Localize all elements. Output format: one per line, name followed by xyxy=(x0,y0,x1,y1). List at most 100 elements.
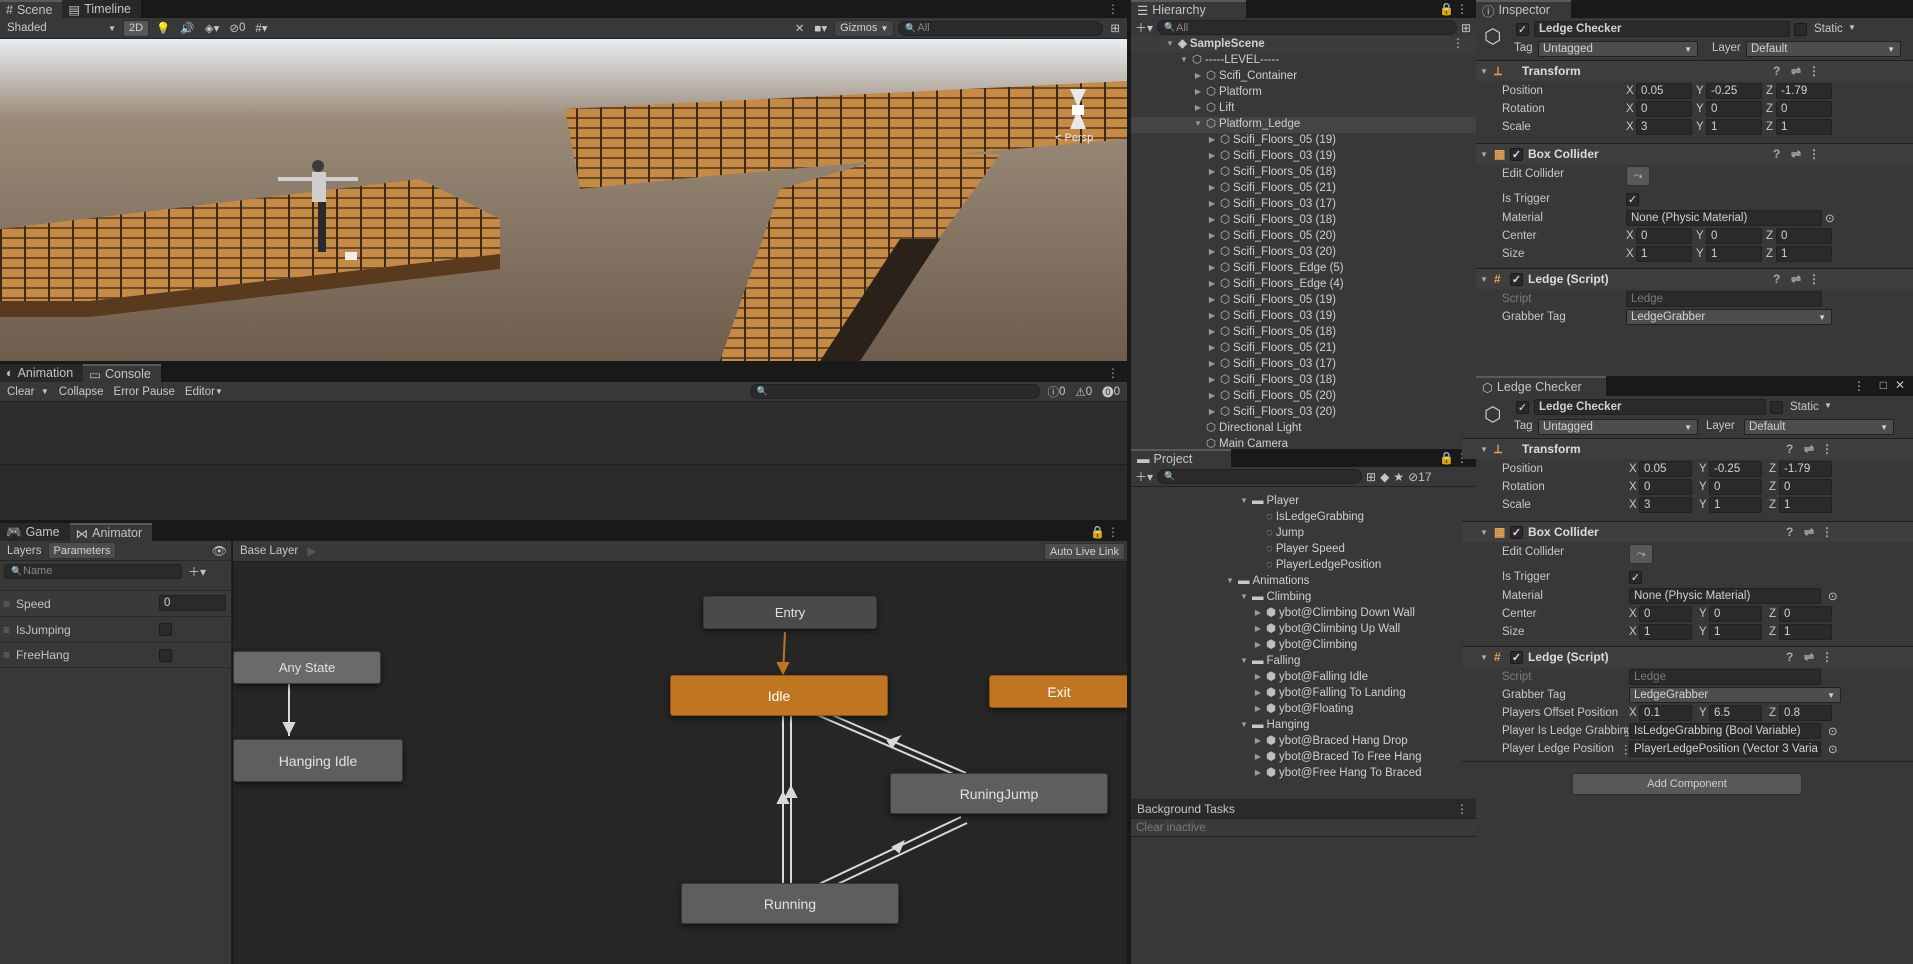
hierarchy-search-input[interactable]: 🔍 All xyxy=(1157,20,1458,35)
hierarchy-item[interactable]: ▼ ⬡ -----LEVEL----- xyxy=(1179,52,1279,68)
preset-icon[interactable]: ⇌ xyxy=(1791,272,1801,286)
active-checkbox[interactable]: ✓ xyxy=(1516,23,1529,36)
scale-z-field[interactable]: 1 xyxy=(1779,497,1832,513)
rotation-z-field[interactable]: 0 xyxy=(1779,479,1832,495)
camera-settings-icon[interactable]: ✕ xyxy=(792,20,808,37)
preset-icon[interactable]: ⇌ xyxy=(1804,525,1814,539)
rotation-x-label[interactable]: X xyxy=(1629,481,1637,493)
collapsed-arrow-icon[interactable]: ▶ xyxy=(1207,372,1217,388)
create-button[interactable]: ＋▾ xyxy=(1135,468,1153,485)
tag-dropdown[interactable]: Untagged ▼ xyxy=(1538,419,1698,435)
rotation-y-field[interactable]: 0 xyxy=(1706,101,1762,117)
rotation-y-label[interactable]: Y xyxy=(1696,103,1704,115)
isjumping-checkbox[interactable] xyxy=(159,623,172,636)
hierarchy-item[interactable]: ▶ ⬡ Scifi_Floors_03 (17) xyxy=(1207,196,1336,212)
rotation-x-field[interactable]: 0 xyxy=(1636,101,1692,117)
foldout-arrow-icon[interactable]: ▼ xyxy=(1480,528,1488,537)
collapsed-arrow-icon[interactable]: ▶ xyxy=(1207,164,1217,180)
collapsed-arrow-icon[interactable]: ▶ xyxy=(1207,196,1217,212)
position-y-field[interactable]: -0.25 xyxy=(1709,461,1762,477)
preset-icon[interactable]: ⇌ xyxy=(1791,147,1801,161)
preset-icon[interactable]: ⇌ xyxy=(1791,64,1801,78)
tab-ledge-checker[interactable]: ⬡ Ledge Checker xyxy=(1476,376,1606,396)
material-field[interactable]: None (Physic Material) xyxy=(1626,210,1822,226)
parameter-search-input[interactable]: 🔍 Name xyxy=(4,563,182,579)
log-count-toggle[interactable]: ⓘ 0 xyxy=(1044,383,1068,400)
hierarchy-item[interactable]: ▶ ⬡ Scifi_Floors_05 (19) xyxy=(1207,132,1336,148)
hierarchy-item[interactable]: ▶ ⬡ Scifi_Floors_05 (18) xyxy=(1207,164,1336,180)
collapsed-arrow-icon[interactable]: ▶ xyxy=(1253,605,1263,621)
tab-game[interactable]: 🎮 Game xyxy=(0,523,70,541)
size-z-label[interactable]: Z xyxy=(1766,248,1773,260)
hierarchy-item[interactable]: ▶ ⬡ Scifi_Floors_03 (18) xyxy=(1207,372,1336,388)
scale-y-label[interactable]: Y xyxy=(1696,121,1704,133)
object-picker-icon[interactable]: ⊙ xyxy=(1825,211,1835,225)
drag-handle-icon[interactable]: ≡ xyxy=(3,648,10,662)
layer-dropdown[interactable]: Default ▼ xyxy=(1746,41,1901,57)
project-item[interactable]: ◌ Player Speed xyxy=(1253,541,1345,557)
foldout-arrow-icon[interactable]: ▼ xyxy=(1480,653,1488,662)
close-icon[interactable]: ✕ xyxy=(1895,378,1905,392)
project-item[interactable]: ▶ ⬢ ybot@Free Hang To Braced xyxy=(1253,765,1422,781)
state-runing-jump[interactable]: RuningJump xyxy=(890,773,1108,814)
center-x-label[interactable]: X xyxy=(1626,230,1634,242)
ledge-position-field[interactable]: PlayerLedgePosition (Vector 3 Varia xyxy=(1629,741,1821,757)
collapsed-arrow-icon[interactable]: ▶ xyxy=(1253,637,1263,653)
project-item[interactable]: ▼ ▬ Hanging xyxy=(1239,717,1309,733)
rotation-z-field[interactable]: 0 xyxy=(1776,101,1832,117)
collapsed-arrow-icon[interactable]: ▶ xyxy=(1207,324,1217,340)
hierarchy-item[interactable]: ⬡ Directional Light xyxy=(1193,420,1302,436)
scale-x-label[interactable]: X xyxy=(1629,499,1637,511)
expanded-arrow-icon[interactable]: ▼ xyxy=(1239,717,1249,733)
hierarchy-item[interactable]: ▶ ⬡ Scifi_Floors_03 (20) xyxy=(1207,404,1336,420)
foldout-arrow-icon[interactable]: ▼ xyxy=(1480,67,1488,76)
static-checkbox[interactable] xyxy=(1770,401,1783,414)
search-by-type-icon[interactable]: ⊞ xyxy=(1366,470,1376,484)
center-x-field[interactable]: 0 xyxy=(1636,228,1692,244)
lock-icon[interactable]: 🔒 xyxy=(1439,451,1454,465)
2d-toggle[interactable]: 2D xyxy=(123,19,150,37)
expanded-arrow-icon[interactable]: ▼ xyxy=(1239,589,1249,605)
expanded-arrow-icon[interactable]: ▼ xyxy=(1193,116,1203,132)
preset-icon[interactable]: ⇌ xyxy=(1804,442,1814,456)
position-x-field[interactable]: 0.05 xyxy=(1639,461,1692,477)
size-z-label[interactable]: Z xyxy=(1769,626,1776,638)
persp-label[interactable]: < Persp xyxy=(1055,132,1093,144)
scale-x-field[interactable]: 3 xyxy=(1636,119,1692,135)
scene-search-mode-icon[interactable]: ⊞ xyxy=(1107,20,1123,37)
warning-count-toggle[interactable]: ⚠ 0 xyxy=(1072,383,1095,400)
tab-layers[interactable]: Layers xyxy=(4,542,45,559)
state-exit[interactable]: Exit xyxy=(989,675,1127,708)
offset-x-field[interactable]: 0.1 xyxy=(1639,705,1692,721)
center-z-field[interactable]: 0 xyxy=(1779,606,1832,622)
rotation-z-label[interactable]: Z xyxy=(1769,481,1776,493)
hierarchy-item[interactable]: ▶ ⬡ Scifi_Floors_05 (20) xyxy=(1207,228,1336,244)
error-pause-button[interactable]: Error Pause xyxy=(111,383,178,400)
collapsed-arrow-icon[interactable]: ▶ xyxy=(1207,292,1217,308)
preset-icon[interactable]: ⇌ xyxy=(1804,650,1814,664)
hidden-objects-icon[interactable]: ⊘ 0 xyxy=(226,20,248,37)
hierarchy-item[interactable]: ▶ ⬡ Scifi_Floors_05 (21) xyxy=(1207,180,1336,196)
panel-menu-icon[interactable]: ⋮ xyxy=(1456,2,1468,16)
rotation-y-field[interactable]: 0 xyxy=(1709,479,1762,495)
tab-scene[interactable]: # Scene xyxy=(0,0,63,18)
center-y-label[interactable]: Y xyxy=(1699,608,1707,620)
clear-button[interactable]: Clear ▼ xyxy=(4,383,52,400)
scene-menu-icon[interactable]: ⋮ xyxy=(1452,36,1464,50)
project-item[interactable]: ▶ ⬢ ybot@Climbing xyxy=(1253,637,1357,653)
expanded-arrow-icon[interactable]: ▼ xyxy=(1239,653,1249,669)
rotation-x-field[interactable]: 0 xyxy=(1639,479,1692,495)
scale-x-label[interactable]: X xyxy=(1626,121,1634,133)
help-icon[interactable]: ? xyxy=(1773,272,1780,286)
center-z-field[interactable]: 0 xyxy=(1776,228,1832,244)
collapsed-arrow-icon[interactable]: ▶ xyxy=(1207,404,1217,420)
collapsed-arrow-icon[interactable]: ▶ xyxy=(1207,276,1217,292)
project-item[interactable]: ▼ ▬ Animations xyxy=(1225,573,1309,589)
panel-menu-icon[interactable]: ⋮ xyxy=(1107,2,1119,16)
static-checkbox[interactable] xyxy=(1794,23,1807,36)
maximize-icon[interactable]: □ xyxy=(1880,378,1887,392)
collapsed-arrow-icon[interactable]: ▶ xyxy=(1193,68,1203,84)
component-menu-icon[interactable]: ⋮ xyxy=(1808,272,1820,286)
state-hanging-idle[interactable]: Hanging Idle xyxy=(233,739,403,782)
hierarchy-item[interactable]: ▶ ⬡ Scifi_Floors_Edge (5) xyxy=(1207,260,1344,276)
